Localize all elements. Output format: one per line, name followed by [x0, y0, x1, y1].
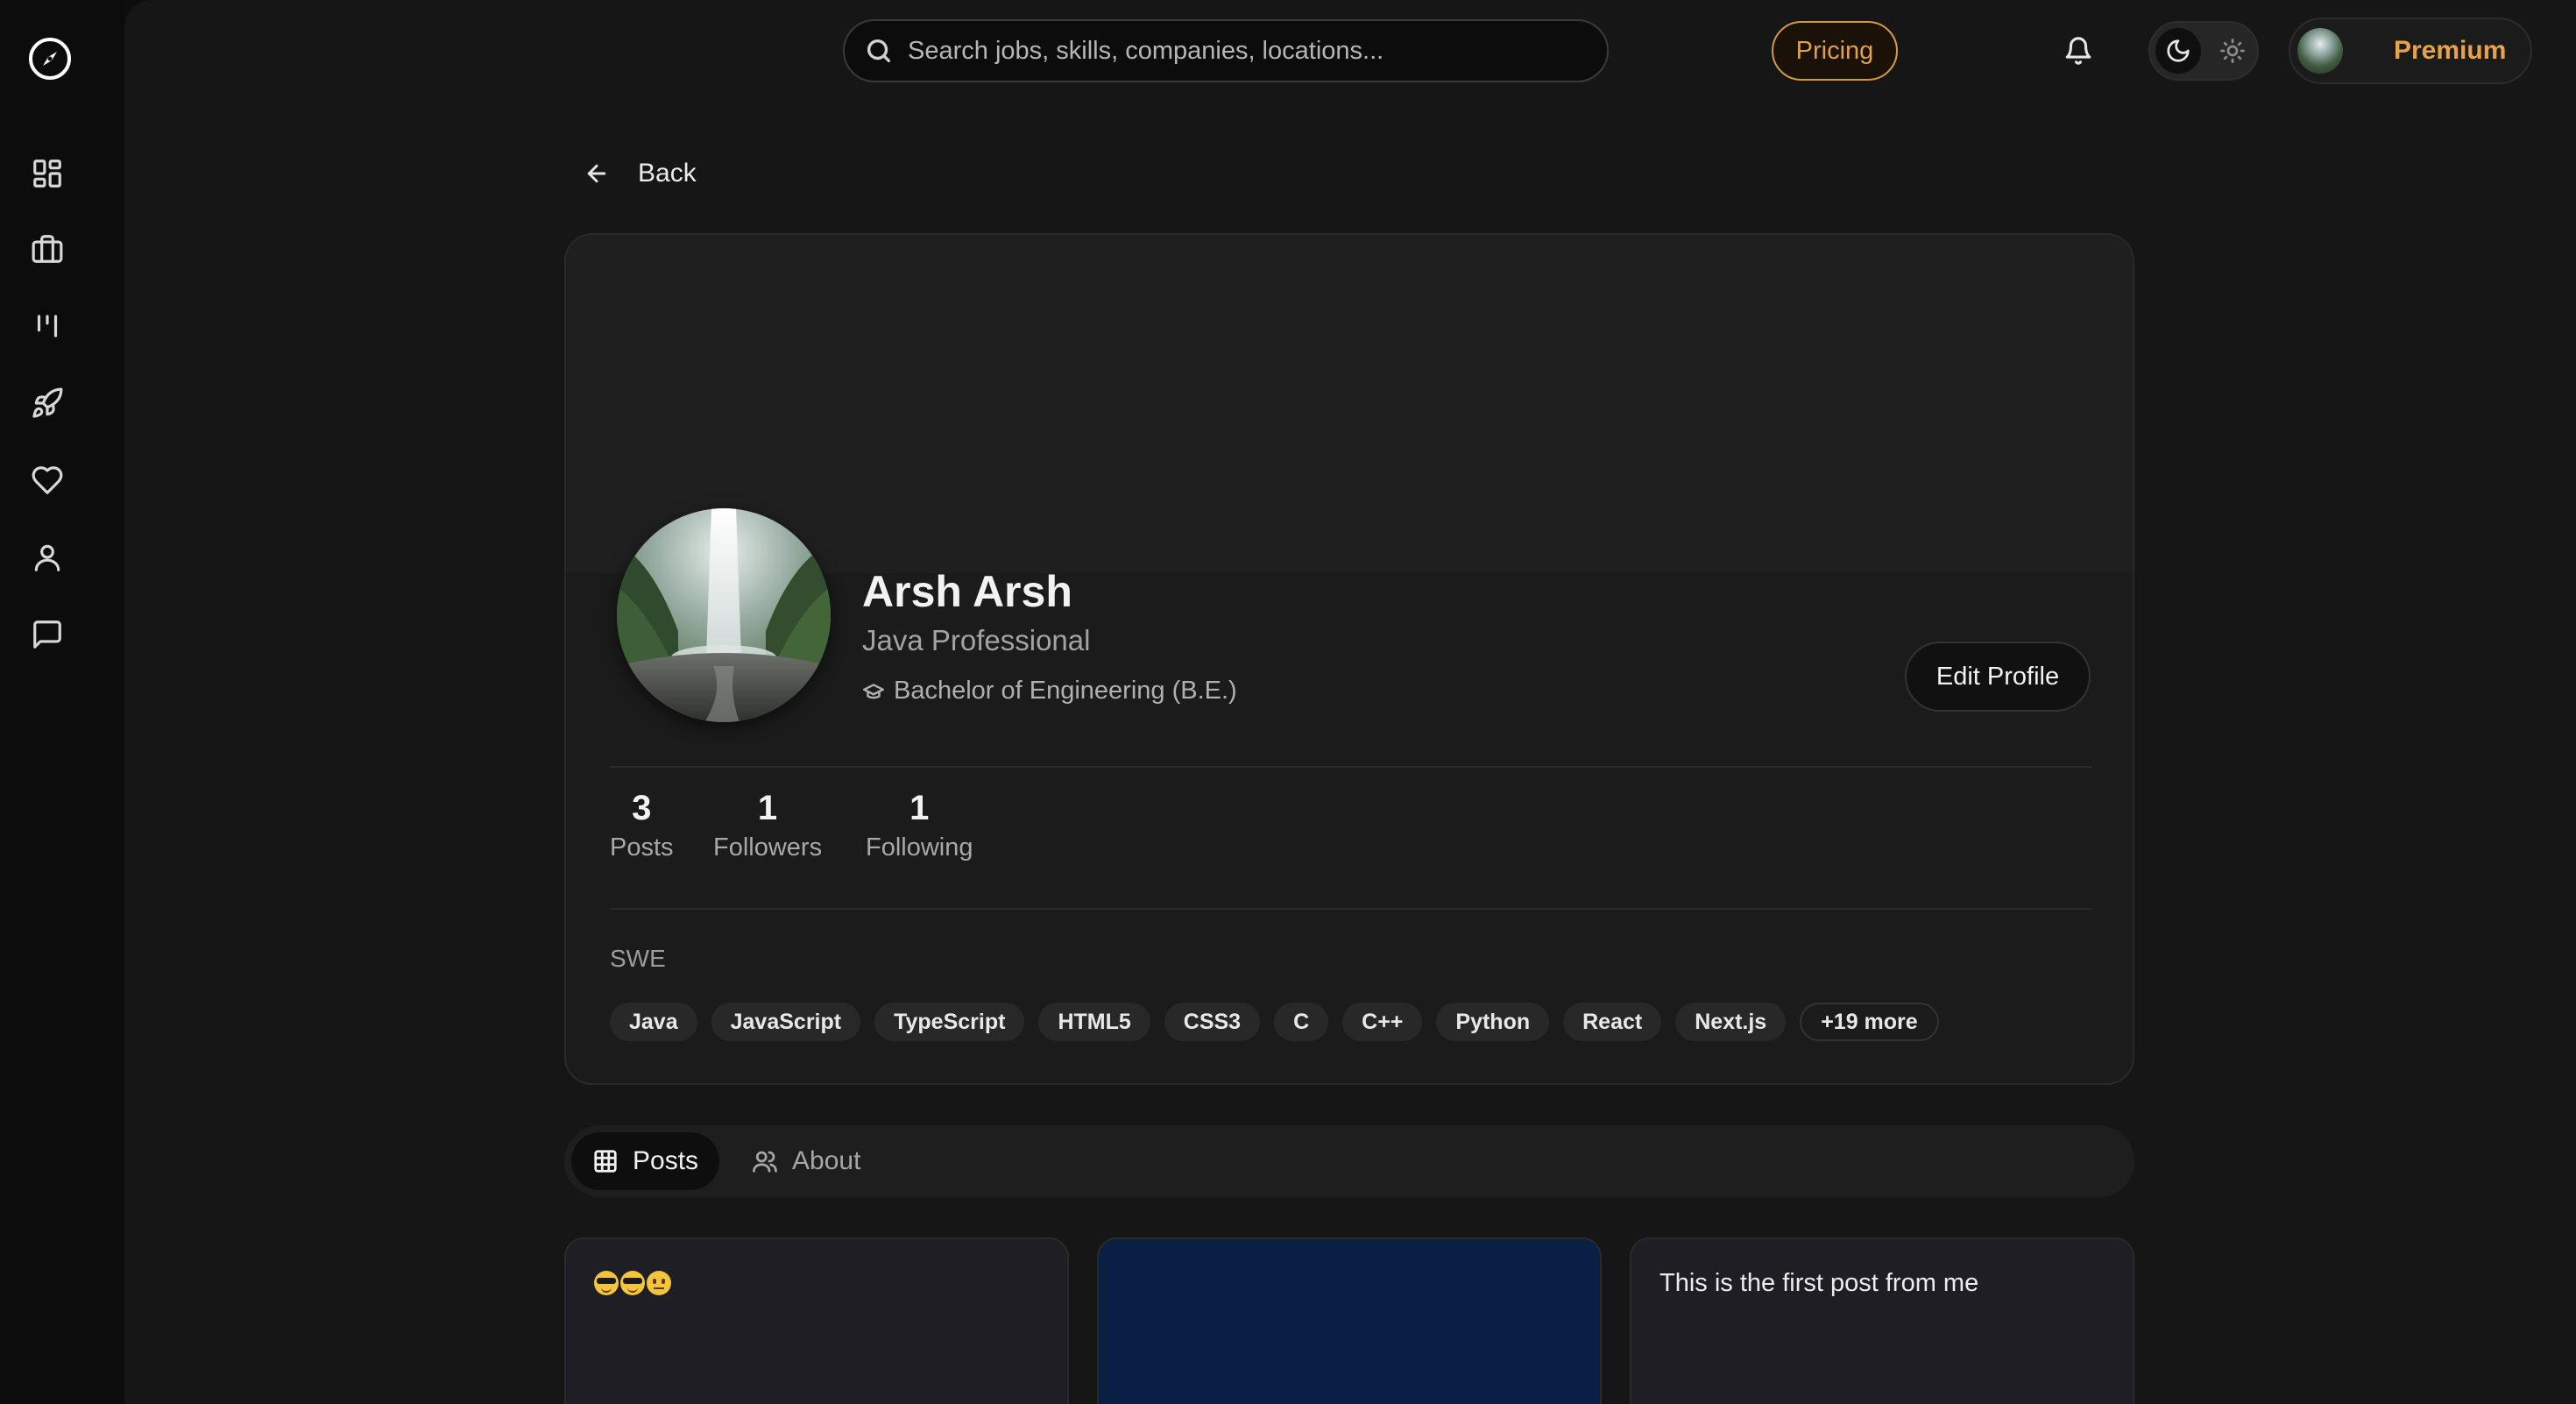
neutral-face-emoji-icon — [647, 1271, 671, 1295]
compass-logo-icon[interactable] — [26, 35, 74, 82]
waterfall-photo-icon — [617, 508, 831, 722]
profile-education: Bachelor of Engineering (B.E.) — [862, 677, 1237, 706]
search-input[interactable] — [908, 36, 1607, 66]
main-panel: Pricing Premium Back — [124, 0, 2576, 1404]
skill-chip: C — [1274, 1003, 1329, 1041]
profile-bio: SWE — [610, 945, 666, 972]
tab-label: About — [792, 1146, 861, 1175]
skill-chip: TypeScript — [874, 1003, 1025, 1041]
graduation-cap-icon — [862, 683, 885, 698]
more-skills-button[interactable]: +19 more — [1800, 1003, 1939, 1041]
skill-chip: React — [1563, 1003, 1662, 1041]
post-emoji-row — [594, 1271, 671, 1295]
premium-label: Premium — [2394, 36, 2507, 65]
sidebar-item-saved[interactable] — [28, 461, 67, 500]
sidebar-item-jobs[interactable] — [28, 230, 67, 268]
search-icon — [867, 39, 891, 63]
users-icon — [753, 1151, 777, 1173]
premium-account-button[interactable]: Premium — [2289, 18, 2532, 84]
sidebar-item-profile[interactable] — [28, 538, 67, 577]
dark-mode-button[interactable] — [2155, 28, 2201, 74]
arrow-left-icon — [587, 164, 606, 183]
skill-chip: Java — [610, 1003, 697, 1041]
profile-name: Arsh Arsh — [862, 567, 1072, 616]
skill-chip: C++ — [1342, 1003, 1423, 1041]
edit-profile-button[interactable]: Edit Profile — [1905, 642, 2091, 712]
sun-icon — [2220, 39, 2245, 63]
stat-value: 3 — [632, 789, 652, 827]
post-text: This is the first post from me — [1660, 1269, 1979, 1297]
skills-list: Java JavaScript TypeScript HTML5 CSS3 C … — [610, 1003, 1939, 1041]
divider — [610, 766, 2092, 768]
tab-label: Posts — [633, 1146, 699, 1175]
profile-tabs: Posts About — [564, 1125, 2134, 1197]
back-button[interactable]: Back — [584, 154, 697, 193]
skill-chip: CSS3 — [1164, 1003, 1261, 1041]
rocket-icon — [32, 387, 63, 418]
tab-posts[interactable]: Posts — [571, 1132, 720, 1190]
divider — [610, 908, 2092, 910]
sidebar-item-launch[interactable] — [28, 384, 67, 422]
avatar — [2297, 28, 2343, 74]
post-card[interactable] — [1097, 1237, 1602, 1404]
message-icon — [33, 620, 61, 649]
pricing-button[interactable]: Pricing — [1772, 21, 1898, 81]
light-mode-button[interactable] — [2210, 28, 2255, 74]
heart-icon — [32, 466, 63, 494]
sidebar-item-dashboard[interactable] — [28, 154, 67, 193]
back-label: Back — [638, 159, 697, 188]
kanban-icon — [37, 315, 58, 337]
sidebar-item-messages[interactable] — [28, 615, 67, 654]
sidebar — [0, 0, 124, 1404]
sidebar-item-tracker[interactable] — [28, 307, 67, 345]
stat-following[interactable]: 1 Following — [866, 789, 973, 862]
moon-icon — [2167, 39, 2190, 62]
stat-posts[interactable]: 3 Posts — [610, 789, 674, 862]
skill-chip: JavaScript — [711, 1003, 861, 1041]
sunglasses-emoji-icon — [620, 1271, 645, 1295]
user-icon — [34, 544, 60, 571]
stat-value: 1 — [757, 789, 778, 827]
stat-label: Followers — [713, 833, 823, 862]
post-card[interactable]: This is the first post from me — [1630, 1237, 2134, 1404]
tab-about[interactable]: About — [731, 1132, 881, 1190]
skill-chip: HTML5 — [1038, 1003, 1150, 1041]
sunglasses-emoji-icon — [594, 1271, 619, 1295]
stat-followers[interactable]: 1 Followers — [713, 789, 822, 862]
search-bar[interactable] — [843, 19, 1609, 82]
cover-banner — [566, 235, 2133, 573]
stat-label: Following — [866, 833, 973, 862]
skill-chip: Python — [1436, 1003, 1550, 1041]
theme-toggle[interactable] — [2148, 21, 2259, 81]
bell-icon — [2065, 37, 2091, 65]
profile-card: Arsh Arsh Java Professional Bachelor of … — [564, 233, 2134, 1085]
briefcase-icon — [32, 235, 63, 263]
post-card[interactable] — [564, 1237, 1069, 1404]
stat-value: 1 — [909, 789, 930, 827]
profile-headline: Java Professional — [862, 624, 1091, 656]
skill-chip: Next.js — [1675, 1003, 1787, 1041]
education-label: Bachelor of Engineering (B.E.) — [894, 677, 1237, 705]
stat-label: Posts — [610, 833, 674, 862]
notifications-button[interactable] — [2061, 33, 2096, 68]
dashboard-icon — [33, 160, 61, 188]
profile-avatar[interactable] — [617, 508, 831, 722]
grid-icon — [594, 1150, 617, 1173]
